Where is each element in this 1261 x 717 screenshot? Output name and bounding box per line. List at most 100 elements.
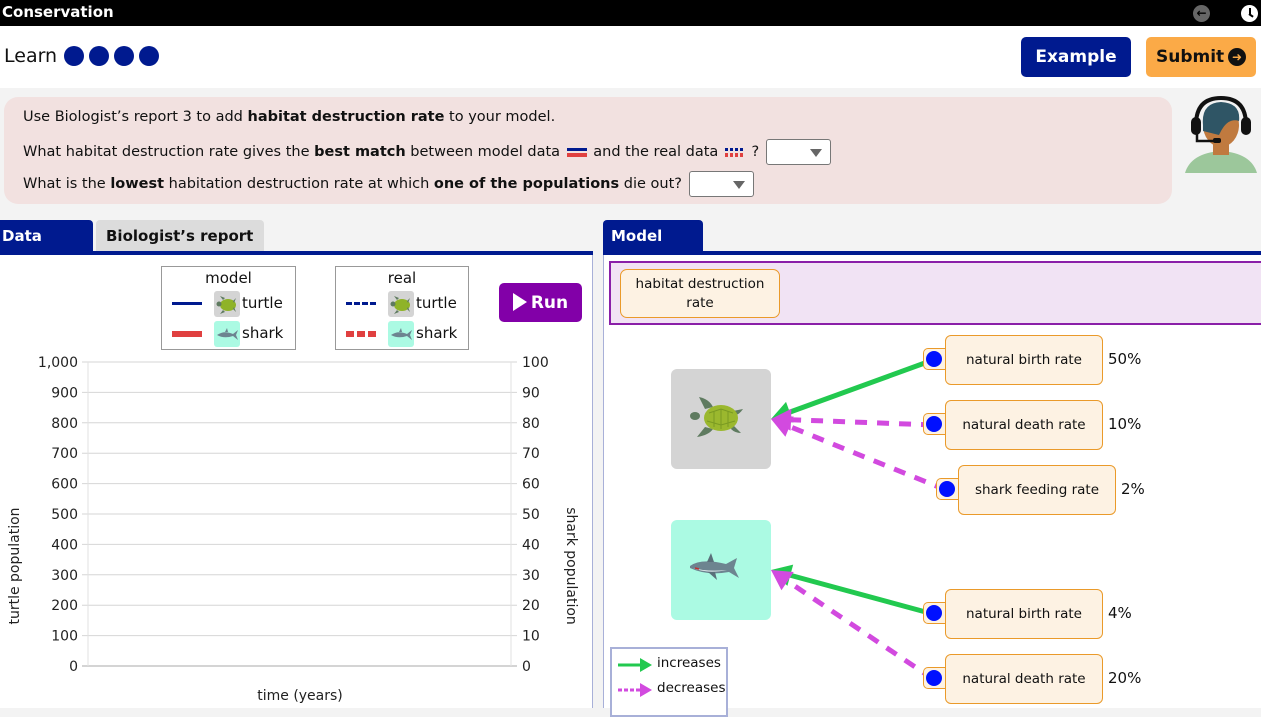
- back-arrow-icon[interactable]: ←: [1193, 5, 1210, 22]
- rate-node[interactable]: natural birth rate: [945, 589, 1103, 639]
- legend-item-shark: shark: [336, 321, 468, 347]
- chart-grid: [82, 361, 517, 667]
- y2-tick-label: 40: [522, 537, 540, 553]
- y2-tick-label: 90: [522, 385, 540, 401]
- legend-label: turtle: [242, 294, 283, 312]
- text: between model data: [405, 144, 565, 160]
- rate-value: 20%: [1108, 669, 1142, 687]
- text: die out?: [619, 176, 682, 192]
- arrow-right-circle-icon: ➜: [1228, 48, 1246, 66]
- run-button[interactable]: Run: [499, 283, 582, 322]
- legend-real: real turtle shark: [335, 266, 469, 350]
- legend-title: model: [205, 269, 252, 287]
- rate-node[interactable]: shark feeding rate: [958, 465, 1116, 515]
- tab-model[interactable]: Model: [603, 220, 703, 252]
- y2-axis-ticks: 0 10 20 30 40 50 60 70 80 90 100: [522, 355, 549, 675]
- y-tick-label: 900: [51, 385, 78, 401]
- tutor-avatar: [1185, 95, 1257, 173]
- text: habitation destruction rate at which: [164, 176, 434, 192]
- legend-label: increases: [657, 655, 721, 671]
- real-data-line-icon: [724, 147, 745, 157]
- solid-line-swatch: [172, 302, 202, 305]
- green-arrow-icon: [618, 658, 652, 672]
- submit-button[interactable]: Submit ➜: [1146, 37, 1256, 77]
- population-chart: 0 100 200 300 400 500 600 700 800 900 1,000 0 10 20 3…: [7, 355, 579, 704]
- connector-handle[interactable]: [923, 602, 945, 624]
- connector-handle[interactable]: [923, 667, 945, 689]
- legend-title: real: [387, 269, 417, 287]
- lowest-rate-select[interactable]: [688, 171, 754, 197]
- shark-node: [671, 520, 771, 620]
- legend-increases: increases: [616, 655, 726, 675]
- text: and the real data: [588, 144, 723, 160]
- y2-tick-label: 0: [522, 659, 531, 675]
- rate-value: 10%: [1108, 415, 1142, 433]
- tab-data[interactable]: Data: [0, 220, 93, 252]
- y-tick-label: 0: [69, 659, 78, 675]
- stage-label: Learn: [4, 45, 58, 67]
- habitat-destruction-rate-node[interactable]: habitat destruction rate: [620, 269, 780, 318]
- x-axis-label: time (years): [257, 688, 343, 704]
- arrow-legend: increases decreases: [610, 647, 728, 717]
- y2-tick-label: 20: [522, 598, 540, 614]
- connector-dot-icon[interactable]: [926, 416, 942, 432]
- connector-dot-icon[interactable]: [926, 351, 942, 367]
- progress-dot: [89, 46, 109, 66]
- dashed-line-swatch: [346, 302, 376, 305]
- clock-icon[interactable]: [1241, 5, 1258, 22]
- legend-item-shark: shark: [162, 321, 295, 347]
- text: Use Biologist’s report 3 to add: [23, 109, 248, 125]
- text: ?: [746, 144, 760, 160]
- submit-label: Submit: [1156, 47, 1225, 67]
- y-axis-label: turtle population: [7, 507, 23, 624]
- connector-dot-icon[interactable]: [926, 670, 942, 686]
- text-bold: habitat destruction rate: [247, 109, 445, 125]
- best-match-rate-select[interactable]: [765, 139, 831, 165]
- y-tick-label: 1,000: [38, 355, 78, 371]
- y-tick-label: 300: [51, 568, 78, 584]
- tab-biologist-report[interactable]: Biologist’s report 3: [96, 220, 264, 277]
- question-1: What habitat destruction rate gives the …: [23, 139, 831, 165]
- shark-icon: [214, 321, 240, 347]
- legend-item-turtle: turtle: [162, 291, 295, 317]
- purple-dashed-arrow-icon: [618, 683, 652, 697]
- y-tick-label: 200: [51, 598, 78, 614]
- text-bold: lowest: [110, 176, 165, 192]
- shark-icon: [690, 553, 739, 580]
- rate-node[interactable]: natural death rate: [945, 400, 1103, 450]
- legend-label: turtle: [416, 294, 457, 312]
- run-label: Run: [530, 292, 569, 313]
- progress-dot: [114, 46, 134, 66]
- dashed-line-swatch: [346, 331, 376, 337]
- y-tick-label: 100: [51, 629, 78, 645]
- y-tick-label: 700: [51, 446, 78, 462]
- progress-dots: [64, 46, 159, 66]
- connector-handle[interactable]: [936, 478, 958, 500]
- legend-item-turtle: turtle: [336, 291, 468, 317]
- connector-handle[interactable]: [923, 348, 945, 370]
- solid-line-swatch: [172, 331, 202, 337]
- connector-dot-icon[interactable]: [926, 605, 942, 621]
- connector-handle[interactable]: [923, 413, 945, 435]
- y-tick-label: 500: [51, 507, 78, 523]
- text: What is the: [23, 176, 111, 192]
- instructions-panel: Use Biologist’s report 3 to add habitat …: [4, 97, 1172, 204]
- y2-tick-label: 100: [522, 355, 549, 371]
- rate-value: 2%: [1121, 480, 1145, 498]
- play-icon: [512, 292, 527, 311]
- legend-decreases: decreases: [616, 680, 726, 700]
- title-bar: Conservation ←: [0, 0, 1261, 26]
- rate-node[interactable]: natural death rate: [945, 654, 1103, 704]
- instruction-line-1: Use Biologist’s report 3 to add habitat …: [23, 109, 555, 125]
- example-button[interactable]: Example: [1021, 37, 1131, 77]
- legend-label: shark: [416, 324, 458, 342]
- text-bold: best match: [314, 144, 406, 160]
- turtle-icon: [690, 397, 743, 437]
- y-tick-label: 400: [51, 537, 78, 553]
- turtle-icon: [214, 291, 240, 317]
- y2-tick-label: 70: [522, 446, 540, 462]
- connector-dot-icon[interactable]: [939, 481, 955, 497]
- y2-tick-label: 30: [522, 568, 540, 584]
- text-bold: one of the populations: [433, 176, 620, 192]
- rate-node[interactable]: natural birth rate: [945, 335, 1103, 385]
